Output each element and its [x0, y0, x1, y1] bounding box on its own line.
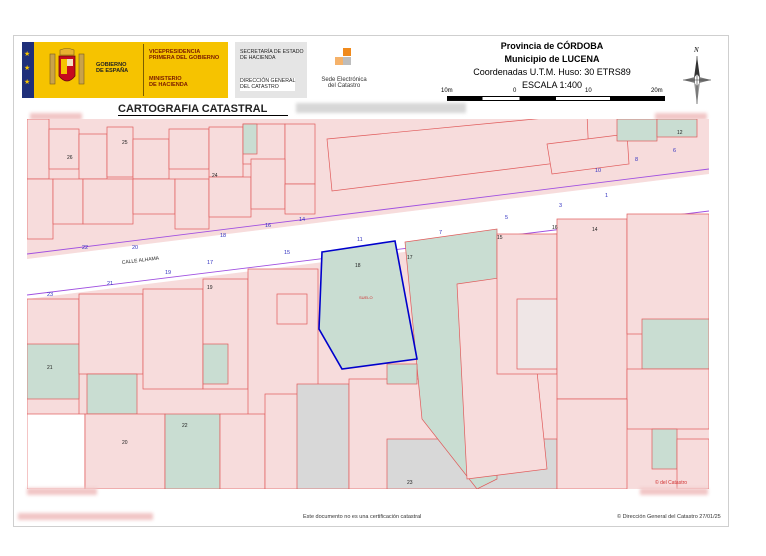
svg-text:21: 21 — [107, 281, 113, 287]
svg-text:6: 6 — [673, 148, 676, 154]
footer-note: Este documento no es una certificación c… — [303, 514, 422, 520]
title-underline — [118, 115, 288, 116]
escala-label: ESCALA 1:400 — [521, 80, 583, 90]
gobierno-label: GOBIERNO DE ESPAÑA — [96, 62, 129, 75]
coordenadas-label: Coordenadas U.T.M. Huso: 30 ETRS89 — [473, 67, 631, 77]
redacted-reference — [296, 103, 466, 113]
ministerio-label: MINISTERIO DE HACIENDA — [149, 76, 188, 89]
svg-text:25: 25 — [122, 140, 128, 146]
direccion-label: DIRECCIÓN GENERAL DEL CATASTRO — [240, 78, 296, 91]
secretaria-label: SECRETARÍA DE ESTADO DE HACIENDA — [240, 49, 304, 62]
svg-text:1: 1 — [605, 193, 608, 199]
svg-text:22: 22 — [82, 245, 88, 251]
sede-electronica-logo-icon — [333, 48, 355, 70]
svg-text:14: 14 — [299, 217, 305, 223]
catastro-watermark: © del Catastro — [655, 479, 687, 486]
svg-text:26: 26 — [67, 155, 73, 161]
highlighted-parcel-label: SUELO — [359, 295, 373, 300]
provincia-label: Provincia de CÓRDOBA — [500, 41, 604, 51]
svg-text:16: 16 — [552, 225, 558, 231]
svg-text:10: 10 — [595, 168, 601, 174]
svg-text:22: 22 — [182, 423, 188, 429]
svg-text:23: 23 — [47, 292, 53, 298]
scale-label-20m: 20m — [651, 88, 663, 94]
svg-text:17: 17 — [407, 255, 413, 261]
scale-label-10m-left: 10m — [441, 88, 453, 94]
vicepresidencia-label: VICEPRESIDENCIA PRIMERA DEL GOBIERNO — [149, 49, 220, 62]
svg-text:12: 12 — [677, 130, 683, 136]
svg-text:24: 24 — [212, 173, 218, 179]
scale-label-10: 10 — [585, 88, 592, 94]
svg-text:20: 20 — [132, 245, 138, 251]
svg-text:19: 19 — [207, 285, 213, 291]
svg-text:19: 19 — [165, 270, 171, 276]
footer-copyright: © Dirección General del Catastro 27/01/2… — [617, 514, 721, 520]
svg-text:11: 11 — [357, 237, 363, 243]
svg-text:3: 3 — [559, 203, 562, 209]
svg-text:16: 16 — [265, 223, 271, 229]
svg-text:8: 8 — [635, 157, 638, 163]
redacted-footer-ref — [18, 513, 153, 520]
svg-text:21: 21 — [47, 365, 53, 371]
coat-of-arms-icon — [48, 48, 86, 92]
municipio-label: Municipio de LUCENA — [504, 54, 600, 64]
cartografia-title: CARTOGRAFIA CATASTRAL — [118, 103, 268, 115]
sede-label: Sede Electrónica del Catastro — [321, 77, 367, 89]
eu-stars-icon: ★ ★ ★ — [24, 51, 31, 86]
redacted-coord-bottom-left — [27, 488, 97, 495]
svg-text:15: 15 — [284, 250, 290, 256]
north-arrow-icon: N — [681, 44, 713, 108]
svg-text:23: 23 — [407, 480, 413, 486]
svg-text:18: 18 — [355, 263, 361, 269]
redacted-coord-bottom-right — [640, 488, 708, 495]
scale-bar — [447, 96, 665, 101]
svg-text:17: 17 — [207, 260, 213, 266]
svg-text:7: 7 — [439, 230, 442, 236]
cadastral-map[interactable]: CALLE ALHAMA SUELO 26 25 24 21 20 22 23 … — [27, 119, 709, 489]
svg-text:20: 20 — [122, 440, 128, 446]
svg-text:5: 5 — [505, 215, 508, 221]
svg-text:18: 18 — [220, 233, 226, 239]
svg-text:15: 15 — [497, 235, 503, 241]
gov-divider — [143, 44, 144, 96]
header-info: Provincia de CÓRDOBA Municipio de LUCENA… — [440, 40, 664, 92]
svg-text:14: 14 — [592, 227, 598, 233]
scale-label-0: 0 — [513, 88, 517, 94]
